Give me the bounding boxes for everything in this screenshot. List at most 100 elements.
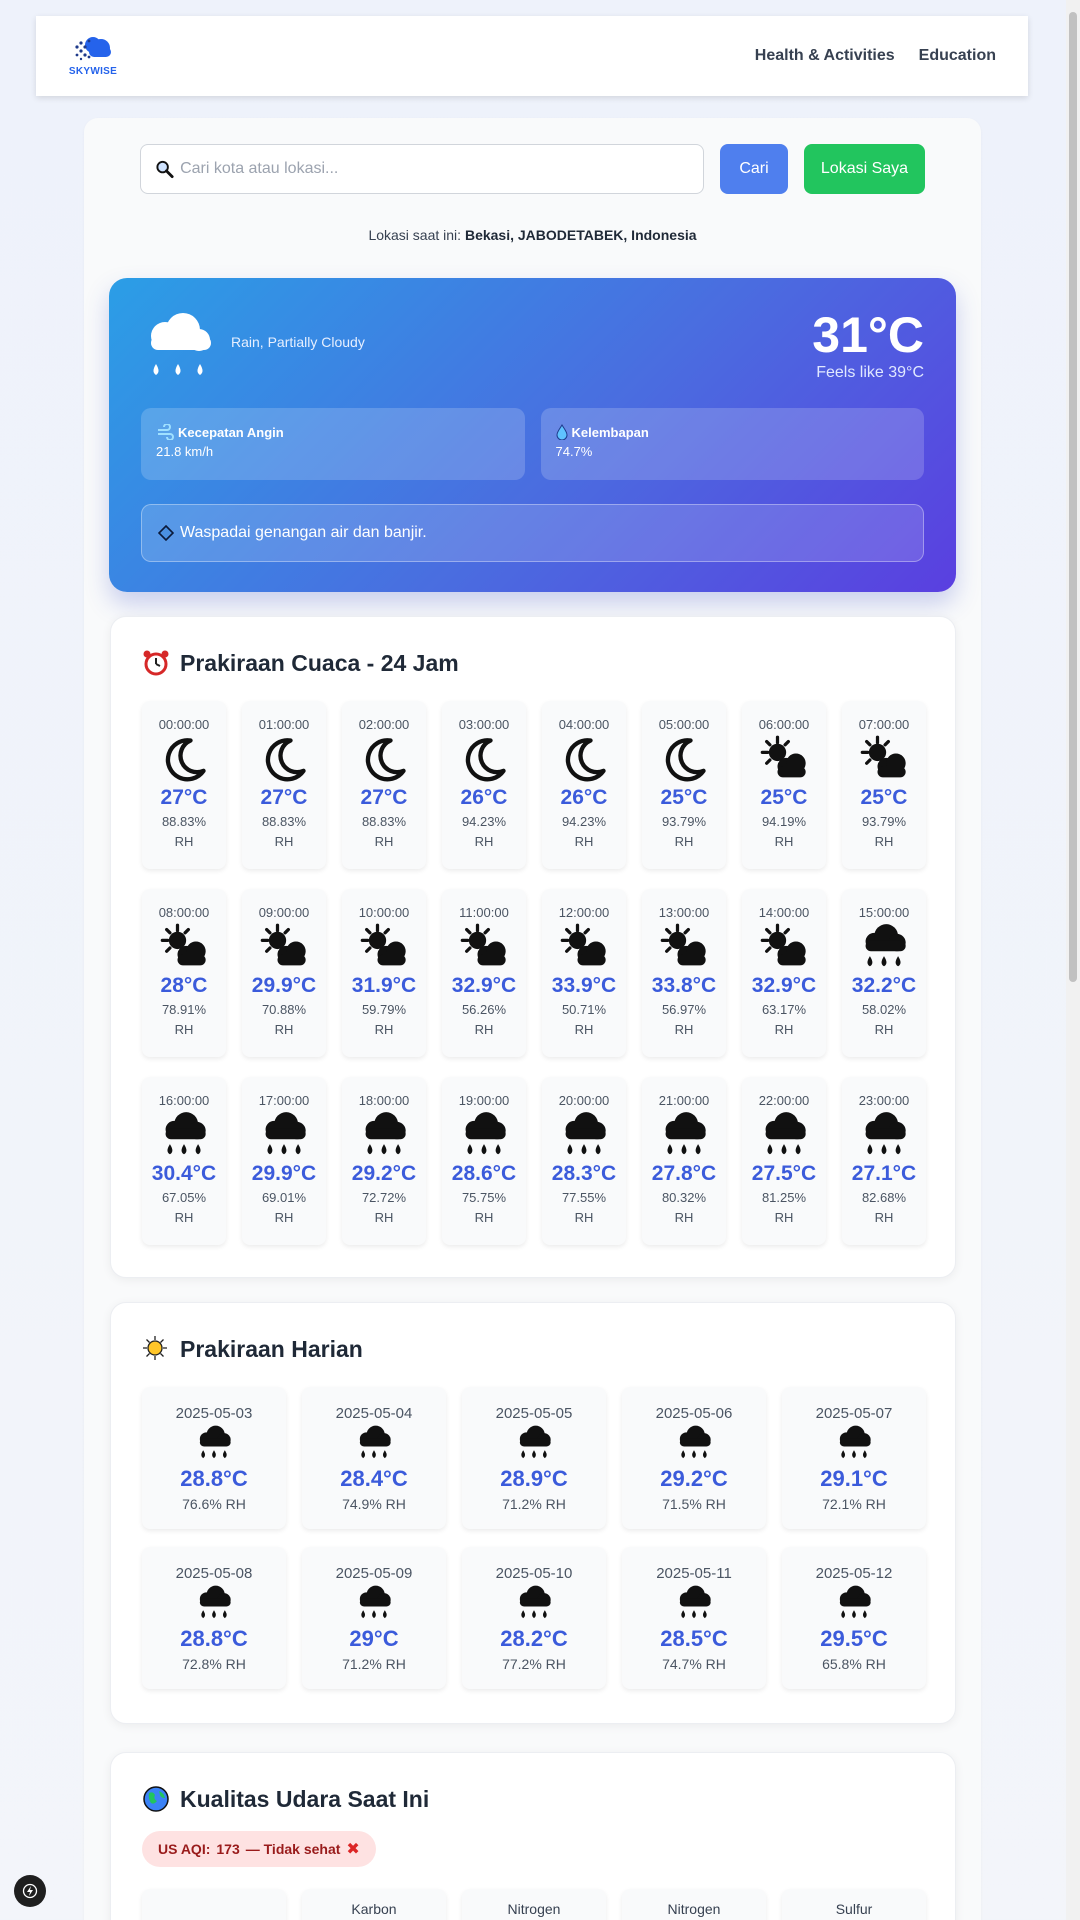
hour-humidity: 88.83% RH <box>262 812 306 852</box>
hour-temperature: 32.9°C <box>751 974 817 997</box>
scrollbar[interactable] <box>1066 0 1080 1920</box>
daily-title-text: Prakiraan Harian <box>180 1335 363 1362</box>
hour-temperature: 31.9°C <box>351 974 417 997</box>
hour-humidity: 56.26% RH <box>462 1000 506 1040</box>
day-humidity: 72.8% RH <box>182 1656 246 1672</box>
hour-temperature: 25°C <box>860 786 908 809</box>
hour-temperature: 27°C <box>360 786 408 809</box>
hourly-title: Prakiraan Cuaca - 24 Jam <box>142 649 924 677</box>
hour-time: 05:00:00 <box>658 717 710 732</box>
search-input[interactable] <box>180 160 689 178</box>
hour-temperature: 29.2°C <box>351 1162 417 1185</box>
sun-behind-cloud-icon <box>658 922 710 974</box>
day-temperature: 28.8°C <box>180 1466 248 1491</box>
hour-rh-unit: RH <box>774 1210 794 1225</box>
hour-rh-value: 93.79% <box>861 814 907 829</box>
hour-time: 15:00:00 <box>858 905 910 920</box>
hourly-card: 08:00:00 28°C 78.91% RH <box>142 889 226 1057</box>
daily-card: 2025-05-09 29°C 71.2% RH <box>302 1547 446 1689</box>
moon-icon <box>558 734 610 786</box>
sun-behind-cloud-icon <box>158 922 210 974</box>
hour-rh-unit: RH <box>774 834 794 849</box>
day-temperature: 29°C <box>349 1626 399 1651</box>
daily-title: Prakiraan Harian <box>142 1335 924 1363</box>
hour-rh-unit: RH <box>374 834 394 849</box>
hourly-card: 23:00:00 27.1°C 82.68% RH <box>842 1077 926 1245</box>
hourly-card: 00:00:00 27°C 88.83% RH <box>142 701 226 869</box>
rain-cloud-icon <box>458 1110 510 1162</box>
wind-label: Kecepatan Angin <box>178 424 284 440</box>
hour-rh-value: 77.55% <box>561 1190 607 1205</box>
hour-humidity: 75.75% RH <box>462 1188 506 1228</box>
day-temperature: 29.5°C <box>820 1626 888 1651</box>
hour-rh-unit: RH <box>674 834 694 849</box>
hourly-forecast-panel: Prakiraan Cuaca - 24 Jam 00:00:00 27°C 8… <box>110 616 956 1278</box>
hour-humidity: 70.88% RH <box>262 1000 306 1040</box>
wind-icon <box>158 424 174 440</box>
hourly-card: 05:00:00 25°C 93.79% RH <box>642 701 726 869</box>
air-quality-title: Kualitas Udara Saat Ini <box>142 1785 924 1813</box>
hour-time: 23:00:00 <box>858 1093 910 1108</box>
dev-tools-button[interactable] <box>14 1875 46 1907</box>
daily-card: 2025-05-06 29.2°C 71.5% RH <box>622 1387 766 1529</box>
rain-cloud-icon <box>358 1110 410 1162</box>
daily-card: 2025-05-03 28.8°C 76.6% RH <box>142 1387 286 1529</box>
hour-humidity: 80.32% RH <box>662 1188 706 1228</box>
rain-cloud-icon <box>834 1424 874 1464</box>
rain-cloud-icon <box>194 1424 234 1464</box>
hour-rh-value: 69.01% <box>261 1190 307 1205</box>
hour-temperature: 29.9°C <box>251 974 317 997</box>
nav-link-education[interactable]: Education <box>919 47 996 65</box>
hour-temperature: 28.6°C <box>451 1162 517 1185</box>
sun-behind-cloud-icon <box>858 734 910 786</box>
hour-temperature: 27.8°C <box>651 1162 717 1185</box>
alert-text: Waspadai genangan air dan banjir. <box>180 524 427 541</box>
hour-rh-value: 88.83% <box>361 814 407 829</box>
pollutant-card <box>142 1889 286 1920</box>
my-location-button[interactable]: Lokasi Saya <box>804 144 925 194</box>
humidity-value: 74.7% <box>555 444 593 459</box>
day-humidity: 76.6% RH <box>182 1496 246 1512</box>
day-humidity: 77.2% RH <box>502 1656 566 1672</box>
hour-rh-unit: RH <box>674 1210 694 1225</box>
nav-link-health-activities[interactable]: Health & Activities <box>755 47 895 65</box>
hourly-card: 01:00:00 27°C 88.83% RH <box>242 701 326 869</box>
logo[interactable]: SKYWISE <box>68 35 118 77</box>
hour-rh-unit: RH <box>474 1022 494 1037</box>
daily-card: 2025-05-08 28.8°C 72.8% RH <box>142 1547 286 1689</box>
cross-mark-icon: ✖ <box>346 1841 360 1858</box>
current-temperature: 31°C <box>812 307 924 363</box>
hour-temperature: 33.8°C <box>651 974 717 997</box>
hour-rh-value: 72.72% <box>361 1190 407 1205</box>
hour-time: 00:00:00 <box>158 717 210 732</box>
hourly-card: 09:00:00 29.9°C 70.88% RH <box>242 889 326 1057</box>
hour-time: 10:00:00 <box>358 905 410 920</box>
rain-cloud-icon <box>558 1110 610 1162</box>
daily-card: 2025-05-04 28.4°C 74.9% RH <box>302 1387 446 1529</box>
day-date: 2025-05-06 <box>655 1405 733 1422</box>
search-button[interactable]: Cari <box>720 144 788 194</box>
weather-alert: Waspadai genangan air dan banjir. <box>141 504 924 562</box>
day-date: 2025-05-04 <box>335 1405 413 1422</box>
rain-cloud-icon <box>658 1110 710 1162</box>
sun-behind-cloud-icon <box>143 1336 167 1360</box>
hour-humidity: 93.79% RH <box>662 812 706 852</box>
pollutant-card: Sulfur <box>782 1889 926 1920</box>
hour-rh-unit: RH <box>174 1210 194 1225</box>
rain-cloud-icon <box>858 1110 910 1162</box>
day-date: 2025-05-03 <box>175 1405 253 1422</box>
hour-temperature: 26°C <box>560 786 608 809</box>
current-location: Lokasi saat ini: Bekasi, JABODETABEK, In… <box>84 227 981 243</box>
day-temperature: 29.1°C <box>820 1466 888 1491</box>
scrollbar-thumb[interactable] <box>1069 12 1077 982</box>
day-humidity: 71.5% RH <box>662 1496 726 1512</box>
moon-icon <box>458 734 510 786</box>
hour-humidity: 77.55% RH <box>562 1188 606 1228</box>
day-temperature: 28.8°C <box>180 1626 248 1651</box>
rain-cloud-icon <box>758 1110 810 1162</box>
hour-humidity: 58.02% RH <box>862 1000 906 1040</box>
humidity-label: Kelembapan <box>571 424 649 440</box>
hour-time: 12:00:00 <box>558 905 610 920</box>
rain-cloud-icon <box>194 1584 234 1624</box>
hour-temperature: 26°C <box>460 786 508 809</box>
